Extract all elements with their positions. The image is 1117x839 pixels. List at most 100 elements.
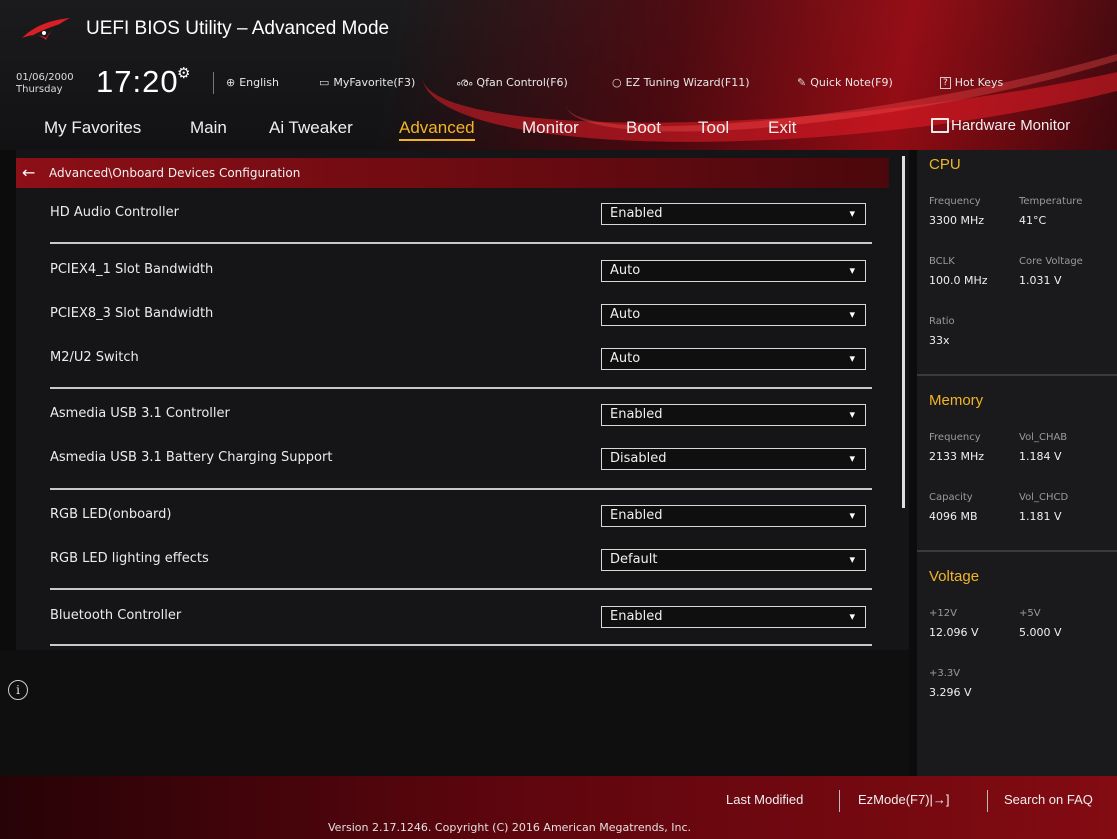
hardware-monitor-title: Hardware Monitor bbox=[951, 117, 1071, 134]
version-text: Version 2.17.1246. Copyright (C) 2016 Am… bbox=[328, 821, 692, 834]
note-icon: ✎ bbox=[797, 76, 807, 89]
breadcrumb: Advanced\Onboard Devices Configuration bbox=[49, 166, 301, 180]
tab-advanced[interactable]: Advanced bbox=[399, 118, 475, 141]
setting-label-pciex4-1: PCIEX4_1 Slot Bandwidth bbox=[50, 262, 214, 277]
fan-icon: ൟ bbox=[456, 76, 473, 89]
myfavorite-button[interactable]: ▭ MyFavorite(F3) bbox=[319, 76, 415, 89]
ezmode-button[interactable]: EzMode(F7)|→] bbox=[858, 792, 950, 807]
bulb-icon: ○ bbox=[612, 76, 622, 89]
pciex8-3-select[interactable]: Auto ▾ bbox=[601, 304, 866, 326]
tab-main[interactable]: Main bbox=[190, 118, 227, 138]
chevron-down-icon: ▾ bbox=[849, 553, 855, 566]
quick-note-button[interactable]: ✎ Quick Note(F9) bbox=[797, 76, 893, 89]
back-arrow-icon[interactable]: ← bbox=[22, 163, 35, 182]
section-separator bbox=[917, 550, 1117, 552]
info-icon: i bbox=[8, 680, 28, 700]
cpu-temperature-value: 41°C bbox=[1019, 214, 1047, 227]
bluetooth-controller-select[interactable]: Enabled ▾ bbox=[601, 606, 866, 628]
breadcrumb-bar: ← Advanced\Onboard Devices Configuration bbox=[16, 158, 889, 188]
qfan-label: Qfan Control(F6) bbox=[476, 76, 568, 89]
cpu-frequency-label: Frequency bbox=[929, 196, 981, 207]
tab-my-favorites[interactable]: My Favorites bbox=[44, 118, 141, 138]
rog-logo-icon bbox=[22, 18, 70, 40]
setting-label-pciex8-3: PCIEX8_3 Slot Bandwidth bbox=[50, 306, 214, 321]
section-divider bbox=[50, 387, 872, 389]
select-value: Auto bbox=[610, 351, 641, 366]
hot-keys-label: Hot Keys bbox=[954, 76, 1004, 89]
select-value: Auto bbox=[610, 263, 641, 278]
section-divider bbox=[50, 488, 872, 490]
asmedia-usb31-controller-select[interactable]: Enabled ▾ bbox=[601, 404, 866, 426]
tab-exit[interactable]: Exit bbox=[768, 118, 796, 138]
rgb-led-onboard-select[interactable]: Enabled ▾ bbox=[601, 505, 866, 527]
globe-icon: ⊕ bbox=[226, 76, 236, 89]
chevron-down-icon: ▾ bbox=[849, 308, 855, 321]
memory-frequency-value: 2133 MHz bbox=[929, 450, 985, 463]
capacity-label: Capacity bbox=[929, 492, 973, 503]
section-separator bbox=[917, 374, 1117, 376]
v5-label: +5V bbox=[1019, 608, 1041, 619]
bios-window: UEFI BIOS Utility – Advanced Mode 01/06/… bbox=[0, 0, 1117, 839]
v12-value: 12.096 V bbox=[929, 626, 979, 639]
rgb-led-effects-select[interactable]: Default ▾ bbox=[601, 549, 866, 571]
chevron-down-icon: ▾ bbox=[849, 509, 855, 522]
select-value: Auto bbox=[610, 307, 641, 322]
tab-ai-tweaker[interactable]: Ai Tweaker bbox=[269, 118, 353, 138]
v5-value: 5.000 V bbox=[1019, 626, 1062, 639]
select-value: Disabled bbox=[610, 451, 667, 466]
search-faq-button[interactable]: Search on FAQ bbox=[1004, 792, 1093, 807]
core-voltage-label: Core Voltage bbox=[1019, 256, 1083, 267]
ratio-value: 33x bbox=[929, 334, 950, 347]
v12-label: +12V bbox=[929, 608, 957, 619]
favorite-list-icon: ▭ bbox=[319, 76, 330, 89]
ez-tuning-label: EZ Tuning Wizard(F11) bbox=[625, 76, 750, 89]
hot-keys-button[interactable]: ? Hot Keys bbox=[940, 76, 1003, 89]
select-value: Enabled bbox=[610, 609, 663, 624]
cpu-temperature-label: Temperature bbox=[1019, 196, 1083, 207]
setting-label-bluetooth-controller: Bluetooth Controller bbox=[50, 608, 182, 623]
qfan-control-button[interactable]: ൟ Qfan Control(F6) bbox=[456, 76, 568, 90]
setting-label-m2-u2-switch: M2/U2 Switch bbox=[50, 350, 139, 365]
m2-u2-switch-select[interactable]: Auto ▾ bbox=[601, 348, 866, 370]
section-divider bbox=[50, 644, 872, 646]
day-text: Thursday bbox=[16, 84, 63, 95]
pciex4-1-select[interactable]: Auto ▾ bbox=[601, 260, 866, 282]
tab-boot[interactable]: Boot bbox=[626, 118, 661, 138]
tab-monitor[interactable]: Monitor bbox=[522, 118, 579, 138]
hd-audio-select[interactable]: Enabled ▾ bbox=[601, 203, 866, 225]
language-label: English bbox=[239, 76, 279, 89]
gear-icon[interactable]: ⚙ bbox=[177, 64, 190, 82]
last-modified-button[interactable]: Last Modified bbox=[726, 792, 803, 807]
setting-label-asmedia-usb31-controller: Asmedia USB 3.1 Controller bbox=[50, 406, 230, 421]
scrollbar[interactable] bbox=[902, 156, 905, 508]
select-value: Enabled bbox=[610, 206, 663, 221]
chevron-down-icon: ▾ bbox=[849, 352, 855, 365]
help-area: i bbox=[0, 650, 909, 776]
date-block: 01/06/2000 Thursday bbox=[16, 72, 74, 96]
vol-chab-value: 1.184 V bbox=[1019, 450, 1062, 463]
core-voltage-value: 1.031 V bbox=[1019, 274, 1062, 287]
v33-value: 3.296 V bbox=[929, 686, 972, 699]
footer-divider bbox=[987, 790, 988, 812]
vol-chcd-label: Vol_CHCD bbox=[1019, 492, 1069, 503]
myfavorite-label: MyFavorite(F3) bbox=[333, 76, 416, 89]
setting-label-hd-audio: HD Audio Controller bbox=[50, 205, 179, 220]
select-value: Enabled bbox=[610, 407, 663, 422]
hardware-monitor-header: Hardware Monitor bbox=[917, 114, 1117, 140]
vol-chcd-value: 1.181 V bbox=[1019, 510, 1062, 523]
hardware-monitor-panel: CPU Frequency 3300 MHz Temperature 41°C … bbox=[917, 150, 1117, 776]
ez-tuning-wizard-button[interactable]: ○ EZ Tuning Wizard(F11) bbox=[612, 76, 750, 89]
vol-chab-label: Vol_CHAB bbox=[1019, 432, 1068, 443]
tab-tool[interactable]: Tool bbox=[698, 118, 729, 138]
clock-time: 17:20 bbox=[96, 64, 179, 99]
cpu-section-title: CPU bbox=[929, 156, 961, 173]
toolbar-divider bbox=[213, 72, 214, 94]
setting-label-asmedia-battery-charging: Asmedia USB 3.1 Battery Charging Support bbox=[50, 450, 333, 465]
settings-panel: ← Advanced\Onboard Devices Configuration… bbox=[16, 150, 909, 650]
asmedia-battery-charging-select[interactable]: Disabled ▾ bbox=[601, 448, 866, 470]
setting-label-rgb-led-onboard: RGB LED(onboard) bbox=[50, 507, 172, 522]
monitor-icon bbox=[931, 118, 949, 133]
language-button[interactable]: ⊕ English bbox=[226, 76, 279, 89]
chevron-down-icon: ▾ bbox=[849, 264, 855, 277]
quick-note-label: Quick Note(F9) bbox=[810, 76, 893, 89]
